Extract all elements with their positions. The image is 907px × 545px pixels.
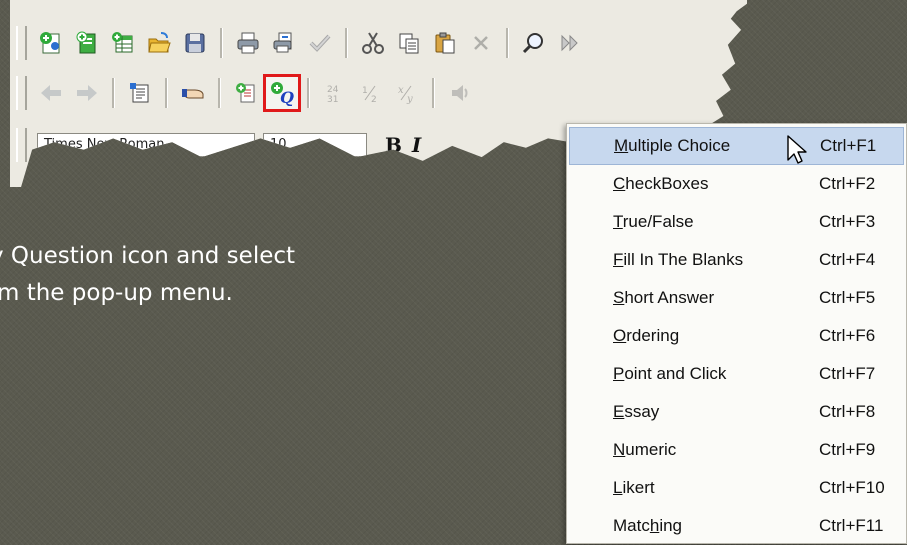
navigation-toolbar: Q 24 31 12 xy [16,74,747,112]
menu-item-accelerator: E [613,402,625,421]
menu-item-label: Essay [613,402,660,421]
menu-item[interactable]: Essay Ctrl+F8 [569,393,904,431]
font-name-select[interactable]: Times New Roman [37,133,255,157]
toolbar-separator [220,28,223,58]
toolbar-grip[interactable] [16,26,27,60]
new-green-icon[interactable] [34,26,68,60]
menu-item-shortcut: Ctrl+F2 [819,174,876,193]
font-size-select[interactable]: 10 [263,133,367,157]
instruction-text: y Question icon and select m the pop-up … [0,238,560,312]
menu-item-accelerator: C [613,174,626,193]
menu-item[interactable]: Matching Ctrl+F11 [569,507,904,545]
save-disk-icon[interactable] [178,26,212,60]
copy-icon[interactable] [392,26,426,60]
paste-icon[interactable] [428,26,462,60]
question-type-popup-menu: Multiple Choice Ctrl+F1 CheckBoxes Ctrl+F2 T… [566,123,907,544]
new-page-green-icon[interactable] [70,26,104,60]
properties-icon[interactable] [123,76,157,110]
toolbar-separator [218,78,221,108]
find-icon[interactable] [517,26,551,60]
menu-item-accelerator: N [613,440,626,459]
delete-icon[interactable] [464,26,498,60]
menu-item-label: Multiple Choice [614,136,731,155]
menu-item-label: True/False [613,212,694,231]
add-question-icon[interactable]: Q [263,74,301,112]
print-preview-icon[interactable] [267,26,301,60]
menu-item-label: Point and Click [613,364,727,383]
toolbar-separator [307,78,310,108]
svg-text:2: 2 [371,95,377,105]
x-over-y-icon[interactable]: xy [390,76,424,110]
menu-item[interactable]: Fill In The Blanks Ctrl+F4 [569,241,904,279]
menu-item-accelerator: F [613,250,624,269]
cut-icon[interactable] [356,26,390,60]
back-arrow-icon[interactable] [34,76,68,110]
menu-item-label: Ordering [613,326,680,345]
menu-item-accelerator: M [614,136,629,155]
menu-item-label: Likert [613,478,655,497]
fraction-icon[interactable]: 12 [354,76,388,110]
next-icon[interactable] [553,26,587,60]
menu-item[interactable]: True/False Ctrl+F3 [569,203,904,241]
add-page-icon[interactable] [229,76,263,110]
menu-item-shortcut: Ctrl+F9 [819,440,876,459]
print-icon[interactable] [231,26,265,60]
svg-text:31: 31 [327,95,338,105]
menu-item[interactable]: Point and Click Ctrl+F7 [569,355,904,393]
menu-item[interactable]: Ordering Ctrl+F6 [569,317,904,355]
menu-item[interactable]: Likert Ctrl+F10 [569,469,904,507]
menu-item[interactable]: Multiple Choice Ctrl+F1 [569,127,904,165]
menu-item-label: Numeric [613,440,677,459]
instruction-line-1: y Question icon and select [0,243,296,269]
menu-item[interactable]: CheckBoxes Ctrl+F2 [569,165,904,203]
hand-pointer-icon[interactable] [176,76,210,110]
spell-check-icon[interactable] [303,26,337,60]
speaker-icon[interactable] [443,76,477,110]
menu-items: Multiple Choice Ctrl+F1 CheckBoxes Ctrl+F2 T… [569,127,904,545]
toolbar-separator [432,78,435,108]
standard-toolbar [16,24,747,62]
toolbar-separator [345,28,348,58]
menu-item-shortcut: Ctrl+F3 [819,212,876,231]
svg-text:1: 1 [362,86,368,96]
toolbar-separator [112,78,115,108]
mouse-cursor-icon [787,135,807,164]
toolbar-grip[interactable] [16,128,27,162]
menu-item-accelerator: T [613,212,623,231]
menu-item-shortcut: Ctrl+F7 [819,364,876,383]
italic-button[interactable]: I [412,133,421,157]
menu-item[interactable]: Numeric Ctrl+F9 [569,431,904,469]
toolbar-separator [165,78,168,108]
menu-item-shortcut: Ctrl+F11 [819,516,884,535]
instruction-line-2: m the pop-up menu. [0,280,233,306]
svg-text:Q: Q [280,88,294,106]
menu-item-shortcut: Ctrl+F10 [819,478,885,497]
menu-item-label: CheckBoxes [613,174,709,193]
open-folder-icon[interactable] [142,26,176,60]
menu-item[interactable]: Short Answer Ctrl+F5 [569,279,904,317]
menu-item-label: Fill In The Blanks [613,250,744,269]
menu-item-label: Short Answer [613,288,715,307]
menu-item-shortcut: Ctrl+F5 [819,288,876,307]
menu-item-accelerator: O [613,326,627,345]
bold-button[interactable]: B [385,133,402,157]
menu-item-accelerator: S [613,288,625,307]
menu-item-accelerator: h [649,516,660,535]
menu-item-shortcut: Ctrl+F4 [819,250,876,269]
menu-item-shortcut: Ctrl+F8 [819,402,876,421]
new-table-icon[interactable] [106,26,140,60]
sort-icon[interactable]: 24 31 [318,76,352,110]
toolbar-grip[interactable] [16,76,27,110]
svg-text:x: x [398,85,404,96]
svg-text:y: y [406,94,413,105]
svg-text:24: 24 [327,85,339,95]
menu-item-accelerator: P [613,364,625,383]
menu-item-shortcut: Ctrl+F6 [819,326,876,345]
menu-item-label: Matching [613,516,682,535]
menu-item-shortcut: Ctrl+F1 [820,136,877,155]
forward-arrow-icon[interactable] [70,76,104,110]
toolbar-separator [506,28,509,58]
